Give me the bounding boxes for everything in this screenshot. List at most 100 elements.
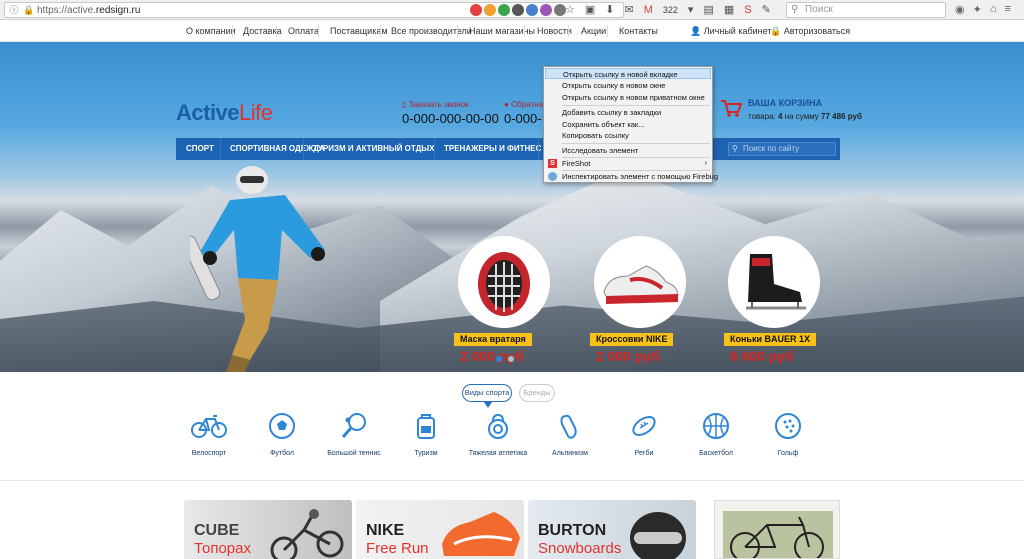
fireshot-icon[interactable]: S bbox=[744, 4, 751, 16]
product-card[interactable]: Маска вратаря 2 000 руб bbox=[454, 236, 550, 364]
slider-dot[interactable] bbox=[496, 356, 502, 362]
section-divider bbox=[0, 480, 1024, 481]
gmail-icon[interactable]: M bbox=[644, 4, 653, 16]
grid-icon[interactable]: ▦ bbox=[724, 3, 734, 16]
nav-item-fitness[interactable]: ТРЕНАЖЕРЫ И ФИТНЕС bbox=[444, 144, 541, 153]
brand-title: BURTON bbox=[538, 522, 607, 539]
menu-item-open-private-window[interactable]: Открыть ссылку в новом приватном окне bbox=[545, 92, 711, 103]
topnav-item-promotions[interactable]: Акции bbox=[581, 26, 606, 36]
topnav-item-news[interactable]: Новости bbox=[537, 26, 572, 36]
addon-icon[interactable]: ✦ bbox=[973, 3, 982, 16]
dropdown-icon[interactable]: ▾ bbox=[688, 3, 694, 16]
sport-item-weightlifting[interactable]: Тяжелая атлетика bbox=[458, 412, 538, 457]
product-name[interactable]: Кроссовки NIKE bbox=[590, 333, 674, 346]
extension-icon[interactable] bbox=[484, 4, 496, 16]
info-icon[interactable]: ⓘ bbox=[9, 5, 19, 15]
product-price: 2 000 руб bbox=[460, 348, 524, 364]
cart-summary: товара: 4 на сумму 77 486 руб bbox=[748, 112, 862, 121]
brand-tile-nike[interactable]: NIKE Free Run bbox=[356, 500, 524, 559]
menu-item-fireshot[interactable]: S FireShot › bbox=[545, 158, 711, 169]
featured-bike-tile[interactable] bbox=[714, 500, 840, 559]
callback-block: ▯ Заказать звонок 0-000-000-00-00 bbox=[402, 100, 499, 126]
tab-caret bbox=[484, 402, 492, 408]
product-card[interactable]: Коньки BAUER 1X 6 600 руб bbox=[724, 236, 820, 364]
sport-item-golf[interactable]: Гольф bbox=[748, 412, 828, 457]
product-price: 2 000 руб bbox=[596, 348, 660, 364]
topnav-item-manufacturers[interactable]: Все производители bbox=[391, 26, 472, 36]
tab-brands[interactable]: Бренды bbox=[519, 384, 555, 402]
chat-icon: ● bbox=[504, 100, 509, 109]
clipboard-icon[interactable]: ▣ bbox=[585, 3, 595, 16]
slider-dot[interactable] bbox=[508, 356, 514, 362]
menu-item-inspect[interactable]: Исследовать элемент bbox=[545, 145, 711, 156]
firebug-icon[interactable]: ◉ bbox=[955, 3, 965, 16]
product-name[interactable]: Коньки BAUER 1X bbox=[724, 333, 817, 346]
search-icon: ⚲ bbox=[791, 4, 799, 15]
lock-icon: 🔒 bbox=[770, 26, 782, 36]
football-icon bbox=[269, 413, 295, 439]
sport-item-rugby[interactable]: Регби bbox=[604, 412, 684, 457]
topnav-item-suppliers[interactable]: Поставщикам bbox=[330, 26, 388, 36]
screenshot-icon[interactable]: ▤ bbox=[703, 3, 713, 16]
extension-icon[interactable] bbox=[540, 4, 552, 16]
menu-icon[interactable]: ≡ bbox=[1004, 3, 1010, 16]
callback-link[interactable]: ▯ Заказать звонок bbox=[402, 100, 499, 109]
topnav-item-about[interactable]: О компании bbox=[186, 26, 236, 36]
account-link[interactable]: 👤 Личный кабинет bbox=[690, 26, 771, 37]
home-icon[interactable]: ⌂ bbox=[990, 3, 997, 16]
snowboarder-goggles-image bbox=[630, 512, 686, 559]
golf-ball-icon bbox=[775, 413, 801, 439]
site-search-input[interactable]: ⚲ Поиск по сайту bbox=[728, 142, 836, 156]
sport-item-basketball[interactable]: Баскетбол bbox=[676, 412, 756, 457]
extension-icon[interactable] bbox=[526, 4, 538, 16]
product-card[interactable]: Кроссовки NIKE 2 000 руб bbox=[590, 236, 686, 364]
email-icon[interactable]: ✉ bbox=[625, 3, 634, 16]
extension-icons bbox=[470, 4, 566, 16]
tab-sports[interactable]: Виды спорта bbox=[462, 384, 512, 402]
site-logo[interactable]: ActiveLife bbox=[176, 100, 273, 126]
cart-title[interactable]: ВАША КОРЗИНА bbox=[748, 98, 822, 108]
phone-number: 0-000-000-00-00 bbox=[402, 111, 499, 126]
topnav-item-contacts[interactable]: Контакты bbox=[619, 26, 658, 36]
menu-item-open-new-tab[interactable]: Открыть ссылку в новой вкладке bbox=[545, 68, 711, 79]
menu-item-firebug-inspect[interactable]: Инспектировать элемент с помощью Firebug bbox=[545, 171, 718, 182]
top-navigation: О компании Доставка Оплата Поставщикам В… bbox=[0, 21, 1024, 42]
brand-tile-cube[interactable]: CUBE Топорах bbox=[184, 500, 352, 559]
nav-item-tourism[interactable]: ТУРИЗМ И АКТИВНЫЙ ОТДЫХ bbox=[313, 144, 434, 153]
sport-item-tourism[interactable]: Туризм bbox=[386, 412, 466, 457]
menu-item-open-new-window[interactable]: Открыть ссылку в новом окне bbox=[545, 80, 711, 91]
menu-item-copy-link[interactable]: Копировать ссылку bbox=[545, 130, 711, 141]
extension-icon[interactable] bbox=[498, 4, 510, 16]
hero-banner[interactable]: ActiveLife ▯ Заказать звонок 0-000-000-0… bbox=[0, 42, 1024, 372]
topnav-item-payment[interactable]: Оплата bbox=[288, 26, 319, 36]
product-name[interactable]: Маска вратаря bbox=[454, 333, 532, 346]
menu-item-bookmark-link[interactable]: Добавить ссылку в закладки bbox=[545, 107, 711, 118]
nav-item-sport[interactable]: СПОРТ bbox=[186, 144, 214, 153]
product-image[interactable] bbox=[458, 236, 550, 328]
product-image[interactable] bbox=[728, 236, 820, 328]
kettlebell-icon bbox=[488, 413, 508, 439]
backpack-icon bbox=[417, 414, 435, 439]
menu-item-save-as[interactable]: Сохранить объект как... bbox=[545, 119, 711, 130]
product-image[interactable] bbox=[594, 236, 686, 328]
plugin-icon[interactable]: ✎ bbox=[762, 3, 771, 16]
url-text: https://active.redsign.ru bbox=[37, 4, 141, 16]
login-link[interactable]: 🔒 Авторизоваться bbox=[770, 26, 850, 37]
brand-title: CUBE bbox=[194, 522, 240, 539]
sport-item-tennis[interactable]: Большой теннис bbox=[314, 412, 394, 457]
topnav-item-stores[interactable]: Наши магазины bbox=[469, 26, 535, 36]
mail-count-badge: 322 bbox=[662, 4, 678, 15]
nav-item-sportswear[interactable]: СПОРТИВНАЯ ОДЕЖДА bbox=[230, 144, 325, 153]
sport-item-cycling[interactable]: Велоспорт bbox=[169, 412, 249, 457]
rugby-ball-icon bbox=[632, 416, 656, 436]
extension-icon[interactable] bbox=[470, 4, 482, 16]
browser-search-input[interactable]: ⚲ Поиск bbox=[786, 2, 946, 18]
search-icon: ⚲ bbox=[732, 144, 738, 153]
sport-item-climbing[interactable]: Альпинизм bbox=[530, 412, 610, 457]
star-icon[interactable]: ☆ bbox=[565, 3, 575, 16]
extension-icon[interactable] bbox=[512, 4, 524, 16]
download-icon[interactable]: ⬇ bbox=[605, 3, 614, 16]
slider-pagination bbox=[496, 356, 514, 362]
sport-item-football[interactable]: Футбол bbox=[242, 412, 322, 457]
brand-tile-burton[interactable]: BURTON Snowboards bbox=[528, 500, 696, 559]
